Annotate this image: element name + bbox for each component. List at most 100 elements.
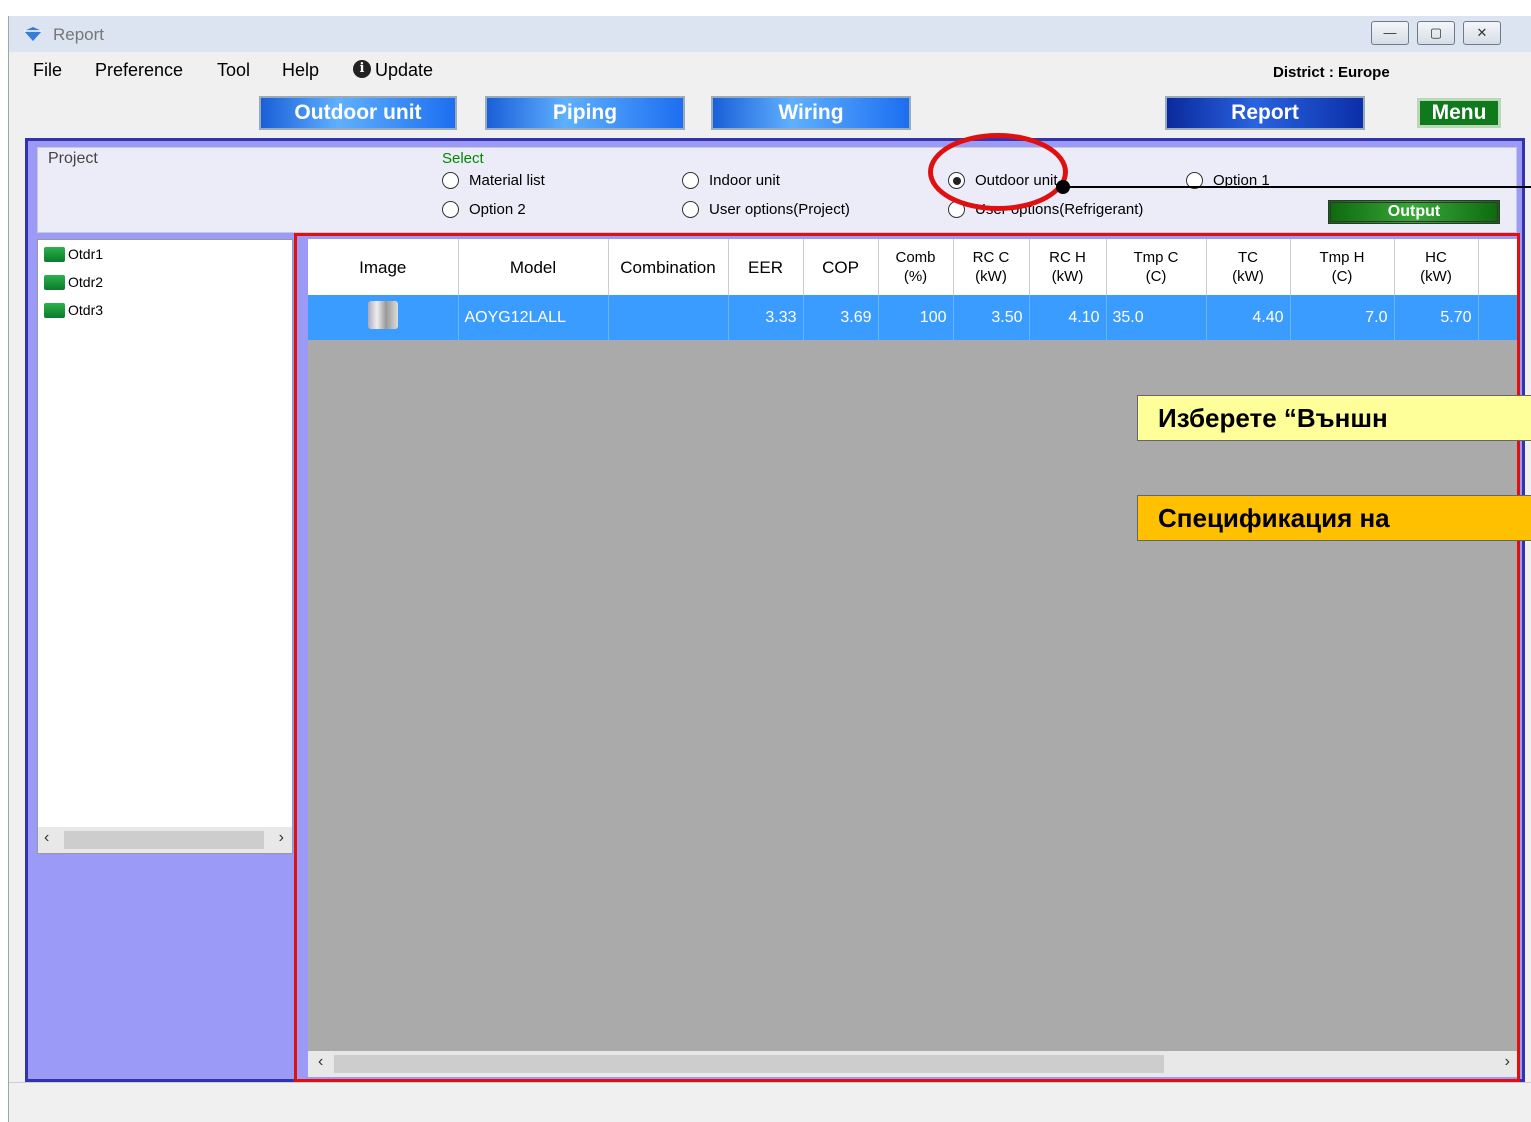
scroll-left-arrow-icon[interactable]: ‹ [44,829,49,847]
radio-circle-icon [682,201,699,218]
menu-bar: File Preference Tool Help i Update Distr… [9,52,1531,88]
cell-tmp-c: 35.0 [1106,295,1207,340]
col-rc-c[interactable]: RC C (kW) [953,239,1030,295]
header-unit: (C) [1331,268,1353,285]
col-model[interactable]: Model [458,239,609,295]
cell-image [308,295,459,340]
header-unit: (kW) [1232,268,1264,285]
cell-rc-c: 3.50 [953,295,1030,340]
cell-combination [608,295,729,340]
outdoor-unit-table: Image Model Combination EER COP Comb (%) … [308,239,1519,340]
header-unit: (C) [1145,268,1167,285]
tree-horizontal-scrollbar[interactable]: ‹ › [38,827,292,853]
scrollbar-thumb[interactable] [334,1055,1164,1073]
radio-indoor-unit[interactable]: Indoor unit [682,172,780,189]
radio-label: Material list [469,172,545,189]
radio-label: User options(Project) [709,201,850,218]
header-line: Tmp H [1319,249,1365,266]
unit-tree: Otdr1 Otdr2 Otdr3 ‹ › [37,239,293,854]
menu-tool[interactable]: Tool [217,60,250,81]
col-image[interactable]: Image [308,239,459,295]
cell-hc: 5.70 [1394,295,1479,340]
header-line: TC [1238,249,1258,266]
info-icon[interactable]: i [353,60,371,78]
folder-icon [44,246,65,262]
cell-eer: 3.33 [728,295,804,340]
table-horizontal-scrollbar[interactable]: ‹ › [308,1051,1520,1077]
piping-button[interactable]: Piping [485,96,685,130]
district-label: District : Europe [1273,64,1390,81]
col-tmp-h[interactable]: Tmp H (C) [1290,239,1395,295]
scrollbar-thumb[interactable] [64,831,264,849]
tree-item-otdr3[interactable]: Otdr3 [44,302,103,318]
menu-preference[interactable]: Preference [95,60,183,81]
scroll-right-arrow-icon[interactable]: › [279,829,284,847]
app-logo-icon [24,27,42,41]
header-unit: (%) [903,268,928,285]
header-line: RC C [972,249,1010,266]
col-cop[interactable]: COP [803,239,879,295]
folder-icon [44,302,65,318]
window-title: Report [53,25,105,44]
radio-option-2[interactable]: Option 2 [442,201,526,218]
tree-item-otdr1[interactable]: Otdr1 [44,246,103,262]
project-group-label: Project [48,150,98,168]
col-comb[interactable]: Comb (%) [878,239,954,295]
col-tmp-c[interactable]: Tmp C (C) [1106,239,1207,295]
header-line: HC [1425,249,1447,266]
radio-circle-icon [442,201,459,218]
header-unit: (kW) [1051,268,1084,285]
header-unit: (kW) [975,268,1007,285]
tree-item-label: Otdr3 [68,302,104,318]
cell-cop: 3.69 [803,295,879,340]
radio-material-list[interactable]: Material list [442,172,545,189]
select-group-label: Select [442,150,484,167]
table-row[interactable]: AOYG12LALL 3.33 3.69 100 3.50 4.10 35.0 … [308,295,1519,340]
menu-button[interactable]: Menu [1417,98,1501,128]
output-button[interactable]: Output [1328,200,1500,224]
radio-circle-icon [442,172,459,189]
header-line: Tmp C [1133,249,1179,266]
maximize-button[interactable]: ▢ [1417,21,1455,45]
outdoor-unit-button[interactable]: Outdoor unit [259,96,457,130]
tree-item-label: Otdr2 [68,274,104,290]
col-combination[interactable]: Combination [608,239,729,295]
callout-select: Изберете “Външн [1137,395,1531,441]
radio-label: Indoor unit [709,172,780,189]
menu-update[interactable]: Update [375,60,433,81]
callout-line [1063,186,1531,188]
header-line: RC H [1049,249,1086,266]
col-eer[interactable]: EER [728,239,804,295]
wiring-button[interactable]: Wiring [711,96,911,130]
col-rc-h[interactable]: RC H (kW) [1029,239,1107,295]
col-more[interactable] [1478,239,1519,295]
title-bar: Report — ▢ ✕ [9,16,1531,52]
scroll-left-arrow-icon[interactable]: ‹ [318,1053,323,1071]
table-header-row: Image Model Combination EER COP Comb (%) … [308,239,1519,295]
radio-label: Option 2 [469,201,526,218]
close-button[interactable]: ✕ [1463,21,1501,45]
menu-help[interactable]: Help [282,60,319,81]
col-hc[interactable]: HC (kW) [1394,239,1479,295]
cell-model: AOYG12LALL [458,295,609,340]
menu-file[interactable]: File [33,60,62,81]
folder-icon [44,274,65,290]
callout-spec: Спецификация на [1137,495,1531,541]
outdoor-unit-table-area: Image Model Combination EER COP Comb (%) … [308,239,1520,1077]
outdoor-unit-highlight-circle [928,133,1068,211]
status-bar [9,1082,1531,1122]
outdoor-unit-thumbnail [367,301,398,329]
radio-user-options-project[interactable]: User options(Project) [682,201,850,218]
tree-item-otdr2[interactable]: Otdr2 [44,274,103,290]
cell-comb: 100 [878,295,954,340]
radio-circle-icon [682,172,699,189]
header-line: Comb [895,249,936,266]
col-tc[interactable]: TC (kW) [1206,239,1291,295]
scroll-right-arrow-icon[interactable]: › [1505,1053,1510,1071]
tree-item-label: Otdr1 [68,246,104,262]
report-button[interactable]: Report [1165,96,1365,130]
cell-tc: 4.40 [1206,295,1291,340]
cell-tmp-h: 7.0 [1290,295,1395,340]
cell-more [1478,295,1519,340]
minimize-button[interactable]: — [1371,21,1409,45]
